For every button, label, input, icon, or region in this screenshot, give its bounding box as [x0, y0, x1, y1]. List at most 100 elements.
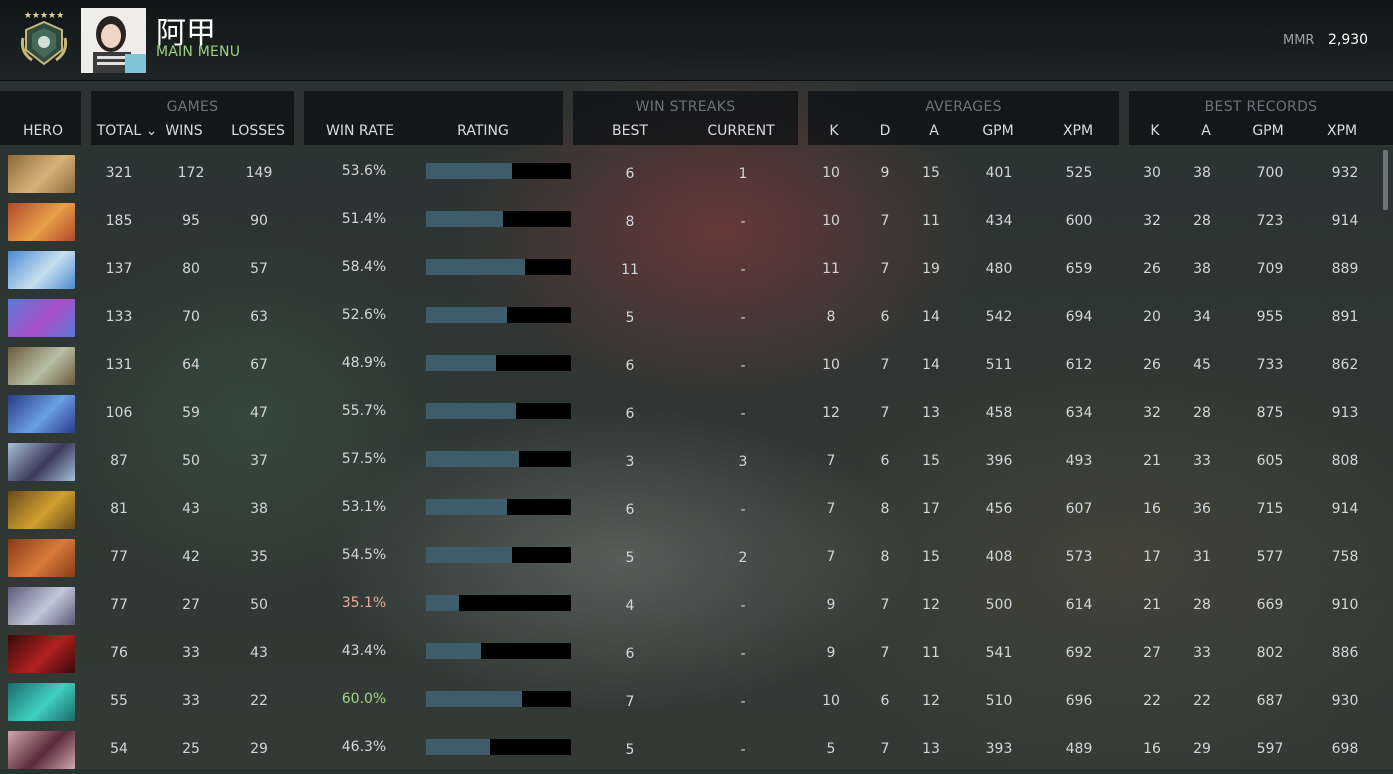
column-header-best-gpm[interactable]: GPM [1243, 123, 1293, 139]
column-header-best-streak[interactable]: BEST [600, 123, 660, 139]
cell-total: 106 [105, 405, 133, 421]
cell-best-gpm: 802 [1256, 645, 1284, 661]
column-header-win-rate[interactable]: WIN RATE [320, 123, 400, 139]
hero-portrait-13-icon[interactable] [8, 731, 75, 769]
column-header-losses[interactable]: LOSSES [228, 123, 288, 139]
cell-avg-a: 12 [922, 693, 940, 709]
table-row[interactable]: 77 27 50 4-9 7 12 500 614 21 28 669 910 35.1% [0, 582, 1393, 630]
cell-best-streak: 3 [625, 454, 635, 470]
cell-total: 54 [110, 741, 128, 757]
cell-best-a: 34 [1193, 309, 1211, 325]
cell-best-gpm: 715 [1256, 501, 1284, 517]
cell-losses: 35 [250, 549, 268, 565]
cell-losses: 47 [250, 405, 268, 421]
hero-portrait-1-icon[interactable] [8, 155, 75, 193]
table-row[interactable]: 321 172 149 6 1 10 9 15 401 525 30 38 700 932 53.6% [0, 150, 1393, 198]
cell-avg-gpm: 396 [985, 453, 1013, 469]
column-header-current-streak[interactable]: CURRENT [701, 123, 781, 139]
column-header-avg-a[interactable]: A [914, 123, 954, 139]
column-header-best-k[interactable]: K [1135, 123, 1175, 139]
hero-portrait-3-icon[interactable] [8, 251, 75, 289]
cell-current-streak: - [740, 406, 746, 422]
cell-losses: 38 [250, 501, 268, 517]
column-header-best-a[interactable]: A [1186, 123, 1226, 139]
cell-avg-gpm: 458 [985, 405, 1013, 421]
averages-group-title: AVERAGES [925, 99, 1002, 115]
hero-portrait-2-icon[interactable] [8, 203, 75, 241]
cell-total: 321 [105, 165, 133, 181]
cell-total: 137 [105, 261, 133, 277]
cell-best-streak: 6 [625, 646, 635, 662]
cell-best-xpm: 886 [1331, 645, 1359, 661]
hero-portrait-5-icon[interactable] [8, 347, 75, 385]
cell-total: 76 [110, 645, 128, 661]
rating-bar-fill [426, 499, 507, 515]
hero-portrait-9-icon[interactable] [8, 539, 75, 577]
table-row[interactable]: 54 25 29 5-5 7 13 393 489 16 29 597 698 46.3% [0, 726, 1393, 774]
table-row[interactable]: 81 43 38 6-7 8 17 456 607 16 36 715 914 53.1% [0, 486, 1393, 534]
table-row[interactable]: 137 80 57 11-11 7 19 480 659 26 38 709 889 58.4% [0, 246, 1393, 294]
cell-win-rate: 60.0% [341, 691, 387, 707]
table-row[interactable]: 76 33 43 6-9 7 11 541 692 27 33 802 886 43.4% [0, 630, 1393, 678]
column-header-hero[interactable]: HERO [13, 123, 73, 139]
column-header-total-sort[interactable]: TOTAL ⌄ [94, 123, 160, 139]
cell-avg-gpm: 500 [985, 597, 1013, 613]
hero-portrait-12-icon[interactable] [8, 683, 75, 721]
cell-wins: 33 [182, 693, 200, 709]
hero-portrait-8-icon[interactable] [8, 491, 75, 529]
column-header-avg-xpm[interactable]: XPM [1053, 123, 1103, 139]
rating-bar-fill [426, 355, 496, 371]
hero-portrait-6-icon[interactable] [8, 395, 75, 433]
table-scrollbar[interactable] [1383, 150, 1388, 210]
column-header-avg-d[interactable]: D [865, 123, 905, 139]
rating-bar-fill [426, 211, 503, 227]
cell-avg-k: 10 [822, 165, 840, 181]
table-row[interactable]: 133 70 63 5-8 6 14 542 694 20 34 955 891 52.6% [0, 294, 1393, 342]
table-row[interactable]: 77 42 35 5 2 7 8 15 408 573 17 31 577 758 54.5% [0, 534, 1393, 582]
cell-current-streak: - [740, 694, 746, 710]
cell-avg-xpm: 600 [1065, 213, 1093, 229]
table-row[interactable]: 106 59 47 6-12 7 13 458 634 32 28 875 913 55.7% [0, 390, 1393, 438]
table-row[interactable]: 131 64 67 6-10 7 14 511 612 26 45 733 862 48.9% [0, 342, 1393, 390]
table-row[interactable]: 185 95 90 8-10 7 11 434 600 32 28 723 914 51.4% [0, 198, 1393, 246]
hero-portrait-4-icon[interactable] [8, 299, 75, 337]
cell-current-streak: - [740, 502, 746, 518]
top-bar: ★★★★★ 阿甲 MAIN MENU MMR 2,930 [0, 0, 1393, 81]
svg-text:★★★★★: ★★★★★ [24, 11, 64, 21]
column-header-avg-k[interactable]: K [814, 123, 854, 139]
rating-bar-fill [426, 259, 525, 275]
cell-avg-a: 11 [922, 213, 940, 229]
mmr-label: MMR [1283, 33, 1315, 48]
cell-avg-xpm: 659 [1065, 261, 1093, 277]
hero-portrait-11-icon[interactable] [8, 635, 75, 673]
table-row[interactable]: 87 50 37 3 3 7 6 15 396 493 21 33 605 808 57.5% [0, 438, 1393, 486]
column-header-wins[interactable]: WINS [154, 123, 214, 139]
cell-best-streak: 5 [625, 550, 635, 566]
rank-medal-icon[interactable]: ★★★★★ [20, 8, 68, 70]
cell-best-xpm: 862 [1331, 357, 1359, 373]
cell-wins: 25 [182, 741, 200, 757]
cell-win-rate: 54.5% [341, 547, 387, 563]
main-menu-link[interactable]: MAIN MENU [156, 44, 240, 60]
cell-best-a: 31 [1193, 549, 1211, 565]
player-avatar[interactable] [81, 8, 146, 73]
cell-current-streak: - [740, 214, 746, 230]
cell-best-a: 22 [1193, 693, 1211, 709]
cell-best-gpm: 709 [1256, 261, 1284, 277]
cell-wins: 43 [182, 501, 200, 517]
column-header-rating[interactable]: RATING [448, 123, 518, 139]
column-header-avg-gpm[interactable]: GPM [973, 123, 1023, 139]
table-row[interactable]: 55 33 22 7-10 6 12 510 696 22 22 687 930 60.0% [0, 678, 1393, 726]
cell-wins: 42 [182, 549, 200, 565]
cell-win-rate: 57.5% [341, 451, 387, 467]
cell-total: 77 [110, 597, 128, 613]
cell-avg-a: 14 [922, 357, 940, 373]
hero-portrait-10-icon[interactable] [8, 587, 75, 625]
best-records-group-title: BEST RECORDS [1204, 99, 1318, 115]
cell-best-xpm: 930 [1331, 693, 1359, 709]
hero-portrait-7-icon[interactable] [8, 443, 75, 481]
cell-win-rate: 43.4% [341, 643, 387, 659]
column-header-best-xpm[interactable]: XPM [1317, 123, 1367, 139]
cell-win-rate: 35.1% [341, 595, 387, 611]
cell-avg-k: 12 [822, 405, 840, 421]
